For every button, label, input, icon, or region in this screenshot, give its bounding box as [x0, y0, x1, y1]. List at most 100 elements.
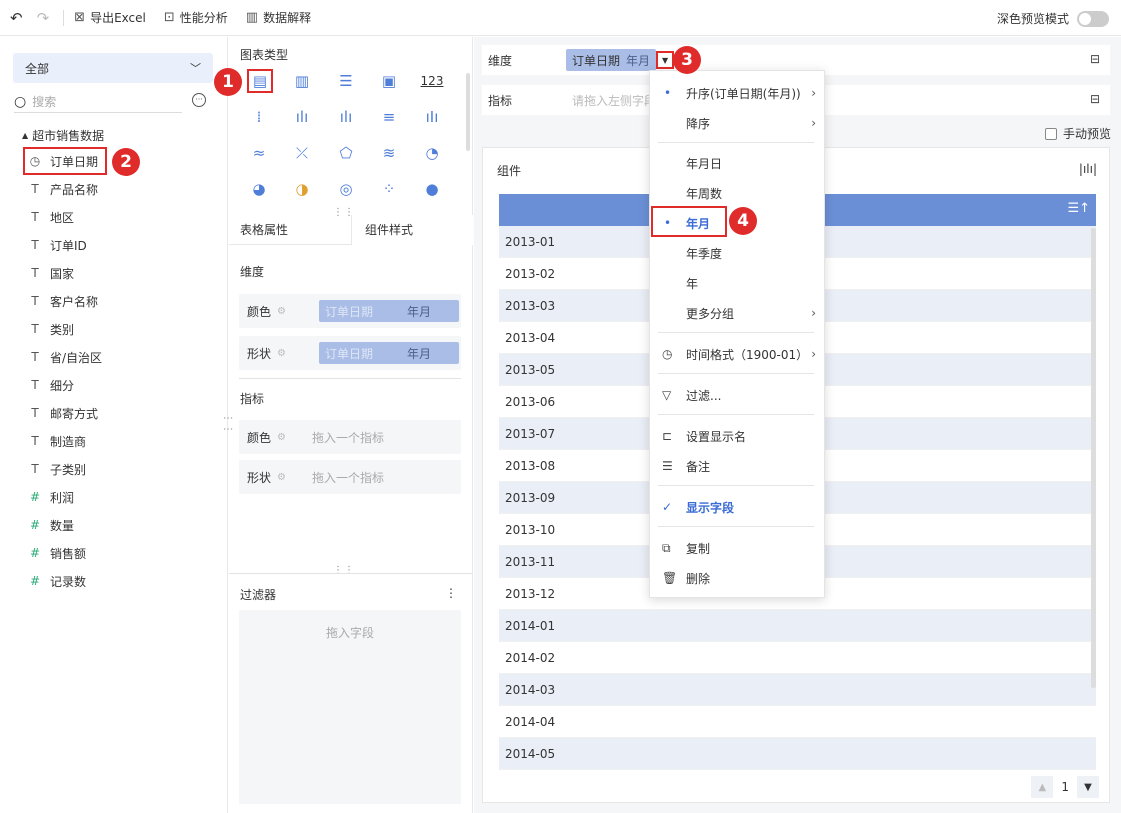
dimension-color-pill[interactable]: 订单日期 年月: [319, 300, 459, 322]
more-options-icon[interactable]: ···: [192, 93, 206, 107]
dimension-color-row[interactable]: 颜色 ⚙ 订单日期 年月: [239, 294, 461, 328]
data-explain-button[interactable]: ▥ 数据解释: [246, 9, 311, 26]
field-item[interactable]: T 产品名称: [28, 179, 98, 199]
menu-show-field[interactable]: ✓ 显示字段: [650, 493, 826, 521]
table-scrollbar[interactable]: [1091, 228, 1096, 688]
menu-year-quarter[interactable]: 年季度: [650, 239, 826, 267]
tab-component-style[interactable]: 组件样式: [351, 215, 473, 245]
field-item[interactable]: T 类别: [28, 319, 74, 339]
menu-delete[interactable]: 🗑 删除: [650, 564, 826, 592]
redo-icon[interactable]: ↷: [37, 9, 50, 27]
dimension-context-menu: • 升序(订单日期(年月)) › 降序 › 年月日 年周数 • 年月 年季度 年 更多分…: [649, 70, 825, 598]
column-settings-icon[interactable]: |ılı|: [1079, 162, 1097, 176]
dimension-title: 维度: [240, 265, 265, 279]
menu-filter[interactable]: ▽ 过滤...: [650, 381, 826, 409]
field-item[interactable]: T 子类别: [28, 459, 86, 479]
radar-chart-icon[interactable]: ⬠: [334, 143, 358, 163]
next-page-button[interactable]: ▼: [1077, 776, 1099, 798]
bubble-chart-icon[interactable]: ●: [420, 179, 444, 199]
kpi-chart-icon[interactable]: 123: [420, 71, 444, 91]
dot-bar-icon[interactable]: ⁞: [247, 107, 271, 127]
undo-icon[interactable]: ↶: [10, 9, 23, 27]
table-chart-icon[interactable]: ▤: [247, 69, 273, 93]
multi-pie-icon[interactable]: ◑: [290, 179, 314, 199]
cross-line-icon[interactable]: ⤫: [290, 143, 314, 163]
field-item[interactable]: T 国家: [28, 263, 74, 283]
menu-more-group[interactable]: 更多分组 ›: [650, 299, 826, 327]
menu-note[interactable]: ☰ 备注: [650, 452, 826, 480]
field-label: 类别: [50, 322, 75, 337]
menu-sort-desc[interactable]: 降序 ›: [650, 109, 826, 137]
checkbox-icon[interactable]: [1044, 127, 1057, 140]
number-type-icon: #: [29, 546, 41, 560]
table-row[interactable]: 2014-02: [499, 642, 1096, 674]
field-search-input[interactable]: ○ 搜索: [14, 91, 182, 113]
field-item[interactable]: T 地区: [28, 207, 74, 227]
dimension-shape-row[interactable]: 形状 ⚙ 订单日期 年月: [239, 336, 461, 370]
crosstab-chart-icon[interactable]: ▥: [290, 71, 314, 91]
field-item[interactable]: T 省/自治区: [28, 347, 102, 367]
gauge-chart-icon[interactable]: ◔: [420, 143, 444, 163]
filter-drop-area[interactable]: 拖入字段: [239, 610, 461, 804]
field-label: 数量: [50, 518, 75, 533]
prev-page-button[interactable]: ▲: [1031, 776, 1054, 798]
field-item[interactable]: # 利润: [28, 487, 74, 507]
field-item[interactable]: T 邮寄方式: [28, 403, 98, 423]
donut-chart-icon[interactable]: ◎: [334, 179, 358, 199]
search-placeholder: 搜索: [32, 95, 57, 109]
sort-icon[interactable]: ☰↑: [1067, 201, 1090, 216]
field-item[interactable]: T 细分: [28, 375, 74, 395]
filter-more-icon[interactable]: ⋮: [445, 586, 457, 600]
lock-icon[interactable]: ⊟: [1090, 92, 1100, 106]
table-row[interactable]: 2014-04: [499, 706, 1096, 738]
dimension-shape-pill[interactable]: 订单日期 年月: [319, 342, 459, 364]
field-item[interactable]: # 记录数: [28, 571, 86, 591]
menu-ymd[interactable]: 年月日: [650, 149, 826, 177]
detail-table-icon[interactable]: ☰: [334, 71, 358, 91]
menu-time-format[interactable]: ◷ 时间格式（1900-01） ›: [650, 340, 826, 368]
metric-color-row[interactable]: 颜色 ⚙ 拖入一个指标: [239, 420, 461, 454]
highlight-year-month: [651, 206, 727, 237]
performance-analysis-button[interactable]: ⊡ 性能分析: [164, 9, 228, 26]
manual-preview-checkbox[interactable]: 手动预览: [1044, 125, 1111, 142]
menu-copy[interactable]: ⧉ 复制: [650, 534, 826, 562]
rename-icon: ⊏: [662, 429, 673, 443]
menu-sort-asc[interactable]: • 升序(订单日期(年月)) ›: [650, 79, 826, 107]
middle-resize-bottom[interactable]: ⋮⋮: [333, 565, 355, 576]
tree-root[interactable]: ▲ 超市销售数据: [22, 127, 104, 144]
stacked-bar-icon[interactable]: ≡: [377, 107, 401, 127]
dataset-select[interactable]: 全部 ﹀: [13, 53, 213, 83]
column-chart-icon[interactable]: ılı: [290, 107, 314, 127]
menu-display-name[interactable]: ⊏ 设置显示名: [650, 422, 826, 450]
field-item[interactable]: # 数量: [28, 515, 74, 535]
card-chart-icon[interactable]: ▣: [377, 71, 401, 91]
dimension-dropdown-button[interactable]: ▼: [656, 51, 675, 69]
chart-type-scrollbar[interactable]: [466, 73, 470, 151]
text-type-icon: T: [31, 378, 39, 392]
table-row[interactable]: 2014-05: [499, 738, 1096, 770]
scatter-chart-icon[interactable]: ⁘: [377, 179, 401, 199]
export-excel-button[interactable]: ⊠ 导出Excel: [74, 9, 146, 26]
menu-year-week[interactable]: 年周数: [650, 179, 826, 207]
table-row[interactable]: 2014-03: [499, 674, 1096, 706]
field-item[interactable]: T 制造商: [28, 431, 86, 451]
field-item[interactable]: # 销售额: [28, 543, 86, 563]
field-item[interactable]: T 客户名称: [28, 291, 98, 311]
menu-year[interactable]: 年: [650, 269, 826, 297]
field-label: 国家: [50, 266, 75, 281]
field-label: 利润: [50, 490, 75, 505]
filter-icon: ▽: [662, 388, 672, 402]
dimension-chip-value: 年月: [626, 53, 651, 68]
grouped-column-icon[interactable]: ılı: [334, 107, 358, 127]
lock-icon[interactable]: ⊟: [1090, 52, 1100, 66]
waterfall-icon[interactable]: ıⅠı: [420, 107, 444, 127]
area-chart-icon[interactable]: ≋: [377, 143, 401, 163]
table-row[interactable]: 2014-01: [499, 610, 1096, 642]
tab-table-properties[interactable]: 表格属性: [240, 215, 288, 245]
dark-preview-switch[interactable]: [1077, 10, 1109, 27]
dimension-chip[interactable]: 订单日期 年月: [566, 49, 657, 71]
field-item[interactable]: T 订单ID: [28, 235, 86, 255]
line-chart-icon[interactable]: ≈: [247, 143, 271, 163]
pie-chart-icon[interactable]: ◕: [247, 179, 271, 199]
metric-shape-row[interactable]: 形状 ⚙ 拖入一个指标: [239, 460, 461, 494]
